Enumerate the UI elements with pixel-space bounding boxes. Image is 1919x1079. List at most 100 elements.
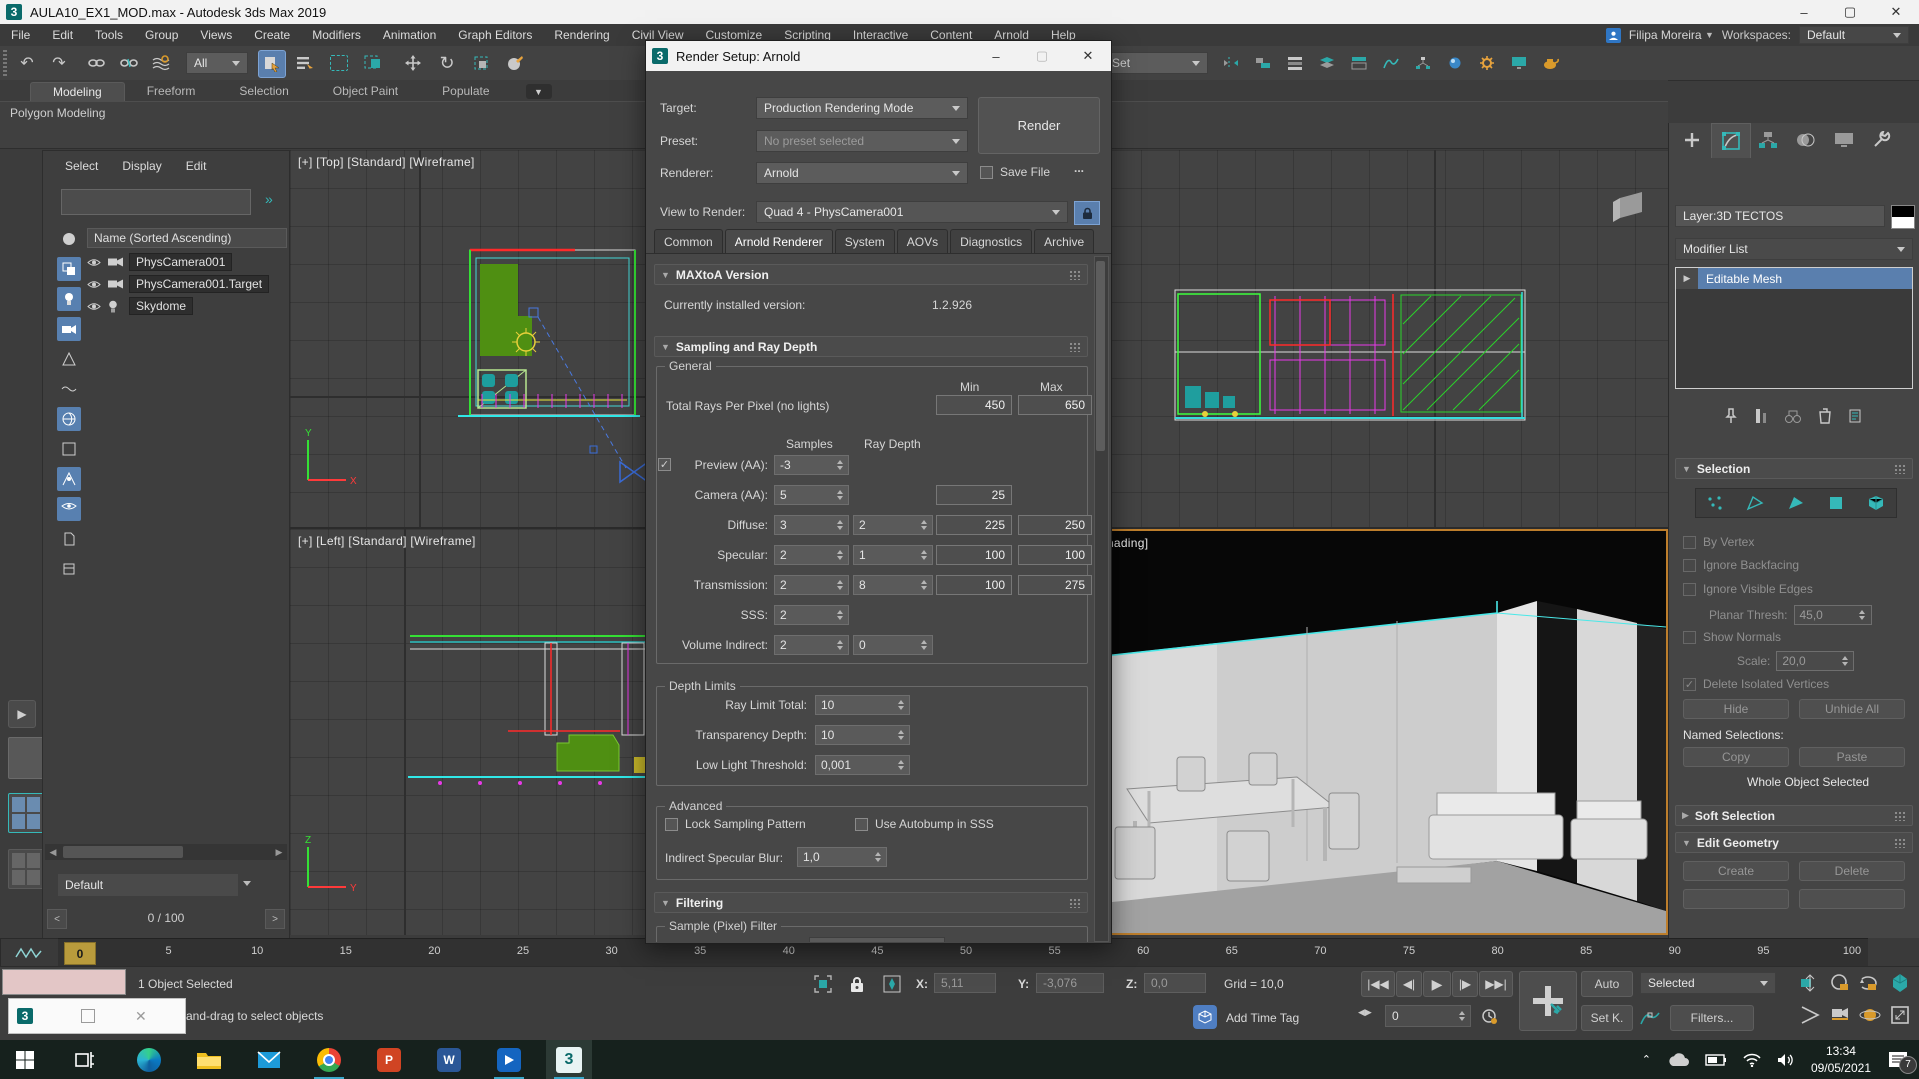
expand-panel-button[interactable]: ▶ <box>8 700 36 728</box>
menu-edit[interactable]: Edit <box>41 28 84 42</box>
ribbon-tab-object-paint[interactable]: Object Paint <box>311 82 420 101</box>
orbit-icon[interactable] <box>1858 1003 1882 1027</box>
scroll-right-arrow[interactable]: ▶ <box>271 844 287 860</box>
dialog-tab-diagnostics[interactable]: Diagnostics <box>950 229 1032 253</box>
filter-shapes-icon[interactable] <box>57 287 81 311</box>
window-crossing-toggle-icon[interactable] <box>360 50 386 76</box>
minimize-button[interactable]: – <box>1781 0 1827 24</box>
ignore-backfacing-checkbox[interactable] <box>1683 559 1696 572</box>
explorer-pager-prev[interactable]: < <box>47 909 67 929</box>
view-lock-toggle[interactable] <box>1074 201 1100 225</box>
redo-icon[interactable]: ↷ <box>46 50 72 76</box>
show-end-result-icon[interactable] <box>1754 408 1768 424</box>
zoom-extents-icon[interactable] <box>1858 971 1882 995</box>
add-time-tag-icon[interactable] <box>1193 1005 1217 1029</box>
dialog-tab-archive[interactable]: Archive <box>1034 229 1094 253</box>
dialog-tab-common[interactable]: Common <box>654 229 723 253</box>
viewport-left-label[interactable]: [+] [Left] [Standard] [Wireframe] <box>298 534 476 548</box>
scene-explorer-item-label[interactable]: PhysCamera001 <box>129 253 232 271</box>
diffuse-ray-depth-spinner[interactable]: 2 <box>853 515 933 535</box>
preset-dropdown[interactable]: No preset selected <box>756 130 968 152</box>
menu-group[interactable]: Group <box>134 28 189 42</box>
selected-key-set-dropdown[interactable]: Selected <box>1640 972 1776 994</box>
select-and-link-icon[interactable] <box>84 50 110 76</box>
soft-selection-rollout-header[interactable]: ▶Soft Selection <box>1675 805 1913 826</box>
scene-explorer-hscrollbar[interactable]: ◀ ▶ <box>45 844 287 860</box>
align-icon[interactable] <box>1250 50 1276 76</box>
maximize-button[interactable]: ▢ <box>1827 0 1873 24</box>
dialog-tab-system[interactable]: System <box>835 229 895 253</box>
transparency-depth-spinner[interactable]: 10 <box>815 725 910 745</box>
battery-icon[interactable] <box>1705 1054 1727 1066</box>
zoom-icon[interactable] <box>1798 971 1822 995</box>
renderer-dropdown[interactable]: Arnold <box>756 162 968 184</box>
volume-indirect-ray-depth-spinner[interactable]: 0 <box>853 635 933 655</box>
select-object-icon[interactable] <box>258 50 286 78</box>
edge-subobject-icon[interactable] <box>1746 495 1764 511</box>
motion-tab[interactable] <box>1787 123 1825 157</box>
view-to-render-dropdown[interactable]: Quad 4 - PhysCamera001 <box>756 201 1068 223</box>
visibility-eye-icon[interactable] <box>87 301 103 312</box>
preview-aa-checkbox[interactable]: ✓ <box>658 458 671 471</box>
key-filters-curve-icon[interactable] <box>1638 1007 1662 1029</box>
render-setup-icon[interactable] <box>1474 50 1500 76</box>
menu-file[interactable]: File <box>0 28 41 42</box>
dialog-close-button[interactable]: ✕ <box>1065 41 1111 71</box>
current-frame-field[interactable]: 0 <box>1385 1005 1471 1027</box>
taskbar-movies-icon[interactable] <box>486 1040 532 1079</box>
render-production-icon[interactable] <box>1538 50 1564 76</box>
material-editor-icon[interactable] <box>1442 50 1468 76</box>
wifi-icon[interactable] <box>1743 1053 1761 1067</box>
maxtoa-rollout-header[interactable]: ▼MAXtoA Version <box>654 264 1088 285</box>
unlink-selection-icon[interactable] <box>116 50 142 76</box>
ribbon-tab-modeling[interactable]: Modeling <box>30 82 125 101</box>
save-file-browse-button[interactable]: ... <box>1074 161 1084 175</box>
edit-geometry-rollout-header[interactable]: ▼Edit Geometry <box>1675 832 1913 853</box>
diffuse-min-field[interactable]: 225 <box>936 515 1012 535</box>
go-to-start-button[interactable]: |◀◀ <box>1361 971 1395 997</box>
specular-max-field[interactable]: 100 <box>1018 545 1092 565</box>
menu-rendering[interactable]: Rendering <box>543 28 620 42</box>
render-button[interactable]: Render <box>978 97 1100 154</box>
copy-button[interactable]: Copy <box>1683 747 1789 767</box>
filter-geometry-icon[interactable] <box>57 257 81 281</box>
filter-display-all-icon[interactable] <box>57 227 81 251</box>
low-light-threshold-spinner[interactable]: 0,001 <box>815 755 910 775</box>
polygon-modeling-panel-label[interactable]: Polygon Modeling <box>10 106 105 120</box>
isolate-selection-toggle[interactable] <box>812 973 834 995</box>
frame-spinner-arrows[interactable]: ◀▶ <box>1358 1007 1372 1018</box>
pin-stack-icon[interactable] <box>1724 408 1738 424</box>
filter-cameras-icon[interactable] <box>57 347 81 371</box>
truck-pan-icon[interactable] <box>1828 1003 1852 1027</box>
face-subobject-icon[interactable] <box>1787 495 1805 511</box>
configure-modifier-sets-icon[interactable] <box>1848 408 1864 424</box>
select-and-scale-icon[interactable] <box>468 50 494 76</box>
floating-window-titlebar[interactable]: 3 ✕ <box>8 998 186 1034</box>
tray-chevron-icon[interactable]: ⌃ <box>1642 1053 1651 1066</box>
filter-bones-icon[interactable] <box>57 527 81 551</box>
specular-ray-depth-spinner[interactable]: 1 <box>853 545 933 565</box>
ignore-visible-edges-checkbox[interactable] <box>1683 583 1696 596</box>
mini-curve-editor-button[interactable] <box>0 938 60 968</box>
notification-center-icon[interactable]: 7 <box>1887 1050 1909 1070</box>
transmission-max-field[interactable]: 275 <box>1018 575 1092 595</box>
display-tab[interactable] <box>1825 123 1863 157</box>
undo-icon[interactable]: ↶ <box>14 50 40 76</box>
volume-icon[interactable] <box>1777 1053 1795 1067</box>
dialog-minimize-button[interactable]: – <box>973 41 1019 71</box>
explorer-preset-dropdown[interactable]: Default <box>57 873 239 897</box>
diffuse-samples-spinner[interactable]: 3 <box>774 515 849 535</box>
sampling-rollout-header[interactable]: ▼Sampling and Ray Depth <box>654 336 1088 357</box>
user-account-menu[interactable]: Filipa Moreira ▼ <box>1629 28 1714 42</box>
delete-button[interactable]: Delete <box>1799 861 1905 881</box>
viewport-top-label[interactable]: [+] [Top] [Standard] [Wireframe] <box>298 155 475 169</box>
ribbon-tab-selection[interactable]: Selection <box>217 82 310 101</box>
specular-min-field[interactable]: 100 <box>936 545 1012 565</box>
close-window-icon[interactable]: ✕ <box>135 1008 147 1025</box>
workspace-dropdown[interactable]: Default <box>1799 26 1909 44</box>
object-color-swatch[interactable] <box>1891 205 1915 229</box>
ribbon-tab-populate[interactable]: Populate <box>420 82 511 101</box>
taskbar-chrome-icon[interactable] <box>306 1040 352 1079</box>
scene-explorer-column-header[interactable]: Name (Sorted Ascending) <box>87 228 287 248</box>
menu-views[interactable]: Views <box>189 28 243 42</box>
